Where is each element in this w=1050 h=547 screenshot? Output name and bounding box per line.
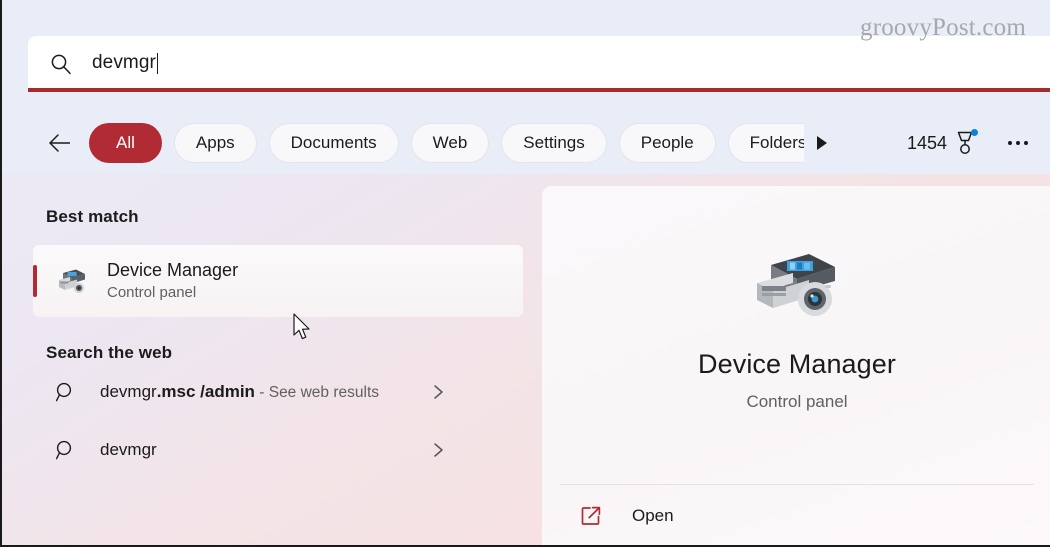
open-action[interactable]: Open — [542, 485, 1050, 545]
tab-label: Documents — [290, 133, 377, 152]
chevron-right-icon — [430, 442, 446, 458]
web-result-row[interactable]: devmgr — [33, 421, 523, 479]
filter-tabs-scroller: All Apps Documents Web Settings People F… — [89, 112, 804, 174]
web-result-label: devmgr.msc /admin - See web results — [100, 380, 430, 405]
web-query: devmgr — [100, 381, 157, 401]
more-options-icon[interactable] — [1006, 135, 1030, 151]
tab-label: Settings — [523, 133, 585, 152]
web-query: devmgr — [100, 439, 157, 459]
notification-dot — [971, 129, 978, 136]
open-action-label: Open — [632, 506, 674, 525]
open-external-icon — [580, 505, 602, 527]
scroll-right-icon[interactable] — [810, 132, 832, 154]
selection-accent-bar — [33, 265, 37, 297]
best-match-title: Device Manager — [107, 260, 239, 281]
tab-settings[interactable]: Settings — [501, 123, 607, 163]
rewards-count: 1454 — [906, 132, 947, 153]
preview-panel: Device Manager Control panel Open — [542, 186, 1050, 545]
tab-folders[interactable]: Folders — [727, 123, 804, 163]
tab-label: Folders — [749, 133, 804, 152]
filter-tabs-row: All Apps Documents Web Settings People F… — [2, 112, 1050, 174]
preview-body: Device Manager Control panel — [542, 186, 1050, 484]
dot — [1024, 141, 1028, 145]
best-match-heading: Best match — [46, 207, 139, 226]
text-caret — [156, 52, 158, 74]
search-input-value[interactable]: devmgr — [92, 52, 156, 74]
rewards-button[interactable]: 1454 — [906, 129, 978, 156]
search-icon — [54, 438, 78, 462]
tab-label: Web — [432, 133, 468, 152]
back-arrow-icon[interactable] — [47, 130, 73, 156]
tab-label: Apps — [195, 133, 235, 152]
search-icon — [50, 53, 72, 75]
tab-all[interactable]: All — [89, 123, 162, 163]
tab-label: All — [116, 133, 135, 152]
web-query-suffix: - See web results — [254, 383, 380, 401]
rewards-medal-icon — [954, 129, 978, 156]
search-web-heading: Search the web — [46, 343, 173, 362]
best-match-subtitle: Control panel — [107, 283, 197, 301]
device-manager-icon — [55, 264, 89, 298]
tabs-right-controls: 1454 — [906, 129, 1050, 156]
dot — [1008, 141, 1012, 145]
windows-search-panel: groovyPost.com devmgr All Apps Documents… — [0, 0, 1050, 547]
tab-apps[interactable]: Apps — [173, 123, 257, 163]
web-result-row[interactable]: devmgr.msc /admin - See web results — [33, 363, 523, 421]
search-box[interactable]: devmgr — [28, 36, 1050, 90]
results-list: Best match Device Manager Control panel … — [2, 174, 542, 545]
watermark: groovyPost.com — [860, 14, 1026, 41]
tab-people[interactable]: People — [618, 123, 716, 163]
tab-label: People — [640, 133, 694, 152]
preview-subtitle: Control panel — [746, 392, 848, 411]
best-match-result[interactable]: Device Manager Control panel — [33, 245, 523, 317]
search-icon — [54, 380, 78, 404]
search-underline — [28, 88, 1050, 92]
web-query-bold: .msc /admin — [156, 381, 255, 401]
best-match-text: Device Manager Control panel — [107, 259, 238, 303]
preview-title: Device Manager — [698, 349, 896, 379]
tab-web[interactable]: Web — [410, 123, 490, 163]
tab-documents[interactable]: Documents — [268, 123, 399, 163]
web-result-label: devmgr — [100, 438, 430, 463]
device-manager-icon — [747, 241, 847, 319]
dot — [1016, 141, 1020, 145]
chevron-right-icon — [430, 384, 446, 400]
